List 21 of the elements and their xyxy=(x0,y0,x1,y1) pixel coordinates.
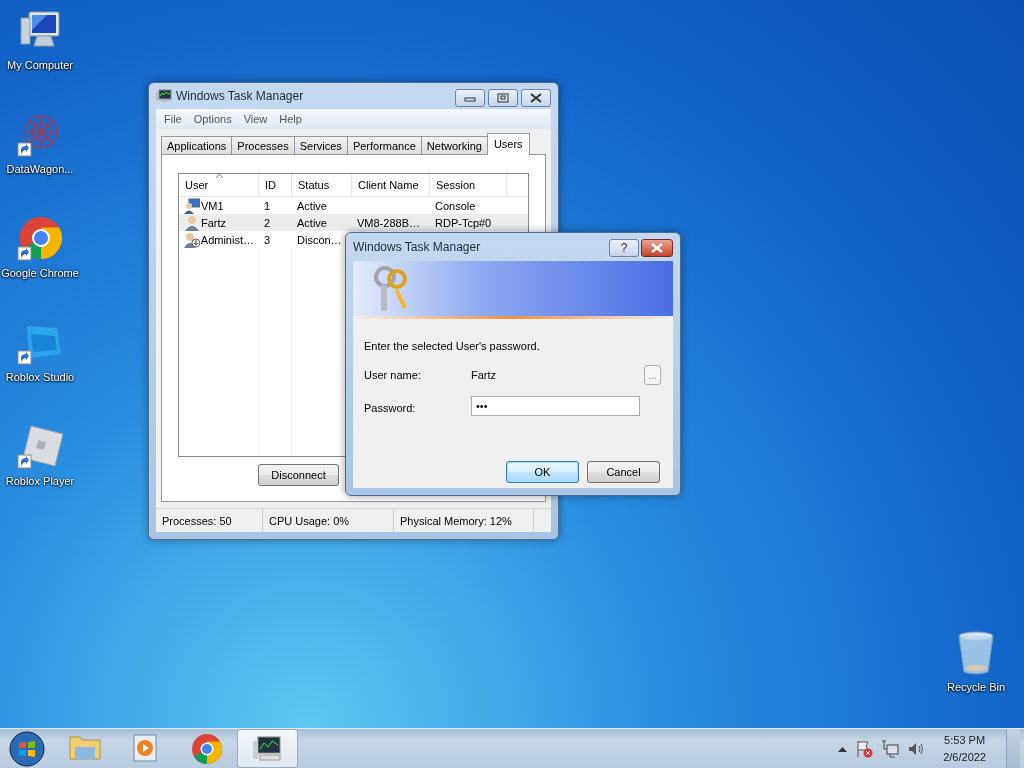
table-cell: Active xyxy=(297,216,327,229)
window-title: Windows Task Manager xyxy=(353,240,482,254)
table-cell: Discon… xyxy=(297,233,342,246)
table-cell: VM1 xyxy=(201,199,224,212)
table-cell: RDP-Tcp#0 xyxy=(435,216,492,229)
table-cell: 1 xyxy=(264,199,271,212)
table-cell: Fartz xyxy=(201,216,227,229)
instruction-text: Enter the selected User's password. xyxy=(364,340,541,352)
field-label: Password: xyxy=(364,402,417,414)
table-cell: 2 xyxy=(264,216,271,229)
status-text: Processes: 50 xyxy=(156,509,263,532)
table-cell: 3 xyxy=(264,233,271,246)
table-cell: Console xyxy=(435,199,476,212)
table-cell: Administ… xyxy=(200,233,254,246)
table-cell: VM8-288B… xyxy=(357,216,420,229)
table-cell: Active xyxy=(297,199,327,212)
user-name-value: Fartz xyxy=(471,369,498,381)
field-label: User name: xyxy=(364,369,422,381)
window-title: Windows Task Manager xyxy=(176,89,305,103)
status-text: Physical Memory: 12% xyxy=(394,509,534,532)
status-text: CPU Usage: 0% xyxy=(263,509,394,532)
